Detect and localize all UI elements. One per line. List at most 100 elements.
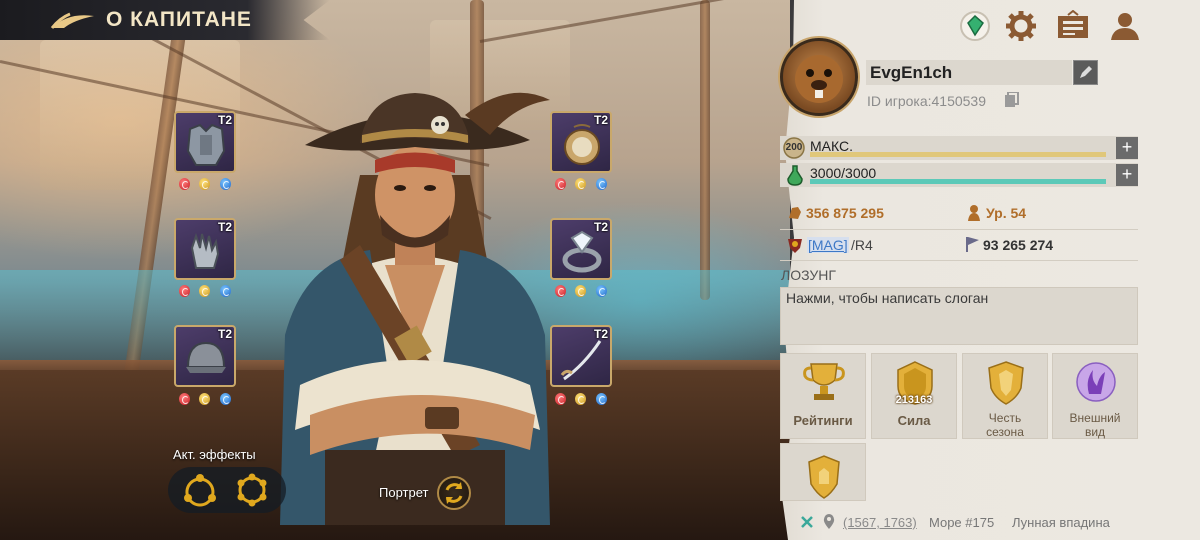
equip-slot-gloves[interactable]: T2: [174, 218, 236, 280]
portrait-label: Портрет: [379, 485, 429, 500]
background-scene: [0, 0, 790, 540]
appearance-icon: [1076, 362, 1116, 402]
equip-slot-ring[interactable]: T2: [550, 218, 612, 280]
effect-triangle-icon[interactable]: [182, 473, 218, 507]
level-plus-button[interactable]: +: [1116, 137, 1138, 159]
helmet-icon: [186, 341, 226, 373]
player-level: Ур. 54: [986, 205, 1027, 221]
effect-hexagon-icon[interactable]: [234, 473, 270, 507]
gold-gem-icon: [575, 178, 587, 190]
gem-sockets: [550, 285, 612, 299]
trophy-icon: [803, 363, 845, 400]
rankings-tile[interactable]: Рейтинги: [780, 353, 866, 439]
player-avatar[interactable]: [780, 38, 858, 116]
gold-gem-icon: [199, 178, 211, 190]
sabre-icon: [560, 340, 602, 381]
appearance-tile[interactable]: Внешний вид: [1052, 353, 1138, 439]
appearance-label-2: вид: [1084, 425, 1106, 439]
kills-value: 93 265 274: [983, 237, 1054, 253]
beaver-avatar-icon: [795, 55, 843, 103]
gold-power-value: 356 875 295: [806, 205, 884, 221]
gem-shop-icon[interactable]: [958, 10, 992, 42]
stamina-bar-fill: [810, 179, 1106, 184]
blue-gem-icon: [220, 393, 232, 405]
honor-shield-icon: [988, 361, 1024, 405]
kills-flag-icon: [966, 237, 979, 252]
blue-gem-icon: [220, 285, 232, 297]
tier-badge: T2: [593, 113, 608, 127]
armor-icon: [186, 123, 226, 166]
gloves-icon: [190, 232, 220, 269]
season-honor-tile[interactable]: Честь сезона: [962, 353, 1048, 439]
amulet-icon: [564, 124, 600, 165]
level-figure-icon: [968, 205, 980, 221]
gem-sockets: [550, 393, 612, 407]
power-label: Сила: [897, 413, 931, 428]
appearance-label-1: Внешний: [1069, 411, 1121, 425]
active-effects-panel: [168, 467, 286, 513]
player-id: ID игрока:4150539: [867, 93, 986, 109]
stamina-plus-button[interactable]: +: [1116, 164, 1138, 186]
gold-gem-icon: [199, 285, 211, 297]
gem-sockets: [174, 178, 236, 192]
red-gem-icon: [554, 285, 566, 297]
crossed-swords-icon: [801, 516, 813, 528]
stamina-bar-track: [810, 179, 1106, 184]
slogan-placeholder: Нажми, чтобы написать слоган: [786, 290, 989, 306]
tier-badge: T2: [217, 327, 232, 341]
level-bar-fill: [810, 152, 1106, 157]
gem-sockets: [174, 285, 236, 299]
captain-portrait: [280, 92, 550, 525]
red-gem-icon: [554, 393, 566, 405]
tier-badge: T2: [217, 220, 232, 234]
alliance-emblem-icon: [788, 239, 802, 253]
portrait-change-button[interactable]: [437, 476, 471, 510]
badge-tile[interactable]: [780, 443, 866, 501]
region-name: Лунная впадина: [1012, 515, 1110, 530]
pencil-icon: [1080, 66, 1092, 78]
location-pin-icon: [823, 514, 835, 529]
red-gem-icon: [554, 178, 566, 190]
player-name: EvgEn1ch: [870, 63, 953, 82]
equip-slot-sabre[interactable]: T2: [550, 325, 612, 387]
level-bar: 200 МАКС. +: [780, 136, 1138, 160]
power-value: 213163: [895, 394, 933, 406]
edit-name-button[interactable]: [1073, 60, 1098, 85]
divider: [780, 260, 1138, 261]
power-fist-icon: [789, 207, 801, 219]
account-icon[interactable]: [1108, 10, 1142, 42]
blue-gem-icon: [596, 178, 608, 190]
gem-sockets: [550, 178, 612, 192]
equip-slot-armor[interactable]: T2: [174, 111, 236, 173]
blue-gem-icon: [596, 285, 608, 297]
gold-gem-icon: [575, 393, 587, 405]
ring-icon: [562, 230, 602, 273]
swap-arrows-icon: [445, 482, 463, 504]
copy-icon[interactable]: [1004, 92, 1019, 108]
tier-badge: T2: [593, 220, 608, 234]
back-arrow-icon[interactable]: [48, 6, 98, 34]
equip-slot-amulet[interactable]: T2: [550, 111, 612, 173]
red-gem-icon: [178, 178, 190, 190]
mast: [700, 0, 710, 300]
alliance-tag-link[interactable]: [MAG]: [807, 237, 849, 253]
level-badge-value: 200: [785, 142, 803, 153]
notice-board-icon[interactable]: [1056, 10, 1090, 42]
alliance-rank: /R4: [851, 237, 873, 253]
tier-badge: T2: [593, 327, 608, 341]
season-honor-label-1: Честь: [988, 411, 1022, 425]
divider: [780, 229, 1138, 230]
gem-sockets: [174, 393, 236, 407]
page-title: О КАПИТАНЕ: [106, 8, 252, 31]
power-tile[interactable]: 213163 Сила: [871, 353, 957, 439]
settings-gear-icon[interactable]: [1004, 10, 1038, 42]
stamina-potion-icon: [787, 165, 803, 186]
red-gem-icon: [178, 285, 190, 297]
sea-name: Море #175: [929, 515, 995, 530]
blue-gem-icon: [220, 178, 232, 190]
coordinates-link[interactable]: (1567, 1763): [843, 515, 917, 530]
blue-gem-icon: [596, 393, 608, 405]
gold-gem-icon: [575, 285, 587, 297]
active-effects-label: Акт. эффекты: [173, 447, 256, 462]
equip-slot-helmet[interactable]: T2: [174, 325, 236, 387]
